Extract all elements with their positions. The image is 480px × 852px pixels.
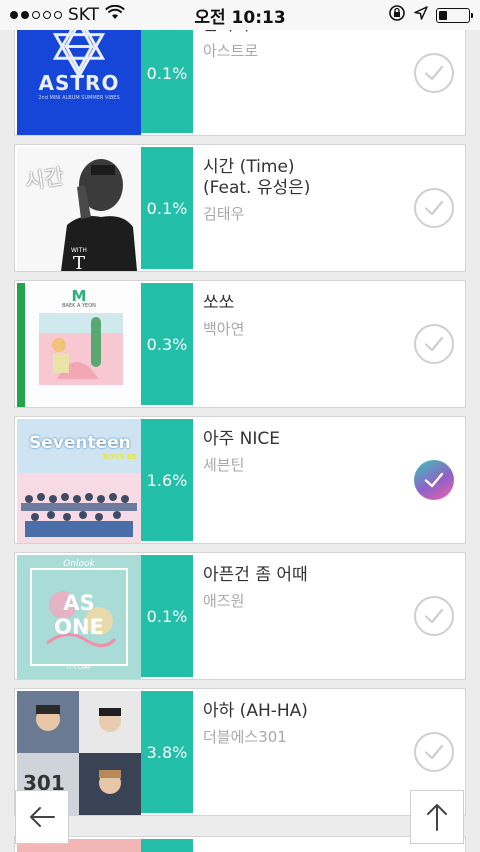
percent-bar [141, 839, 193, 852]
song-info: 쏘쏘 백아연 [203, 293, 403, 339]
rotation-lock-icon [388, 4, 406, 27]
song-artist: 애즈원 [203, 592, 245, 610]
album-cover: M BAEK A YEON [17, 283, 141, 407]
song-title: 시간 (Time) (Feat. 유성은) [203, 157, 311, 198]
song-row[interactable]: M BAEK A YEON 0.3% 쏘쏘 백아연 [14, 280, 466, 408]
cover-caption: BAEK A YEON [62, 303, 96, 309]
wifi-icon [105, 4, 125, 25]
cover-logo: AS ONE [54, 591, 104, 639]
percent-bar: 0.1% [141, 555, 193, 677]
album-cover: Seventeen BOYS BE [17, 419, 141, 543]
cover-subtitle: BOYS BE [103, 453, 137, 461]
song-info: 아하 (AH-HA) 더블에스301 [203, 701, 403, 747]
song-info: 시간 (Time) (Feat. 유성은) 김태우 [203, 157, 403, 224]
carrier-label: SKT [68, 5, 100, 25]
song-row-partial[interactable] [14, 836, 466, 852]
check-icon [424, 608, 444, 624]
check-icon [424, 65, 444, 81]
song-row[interactable]: Seventeen BOYS BE 1.6% 아주 NICE 세븐틴 [14, 416, 466, 544]
check-icon [424, 744, 444, 760]
song-title: 아하 (AH-HA) [203, 701, 308, 721]
song-artist: 아스트로 [203, 42, 259, 60]
song-artist: 더블에스301 [203, 728, 287, 746]
percent-bar: 0.1% [141, 13, 193, 133]
cover-letter: T [73, 253, 86, 271]
song-artist: 김태우 [203, 205, 245, 223]
status-right [388, 4, 473, 27]
signal-strength-icon [10, 11, 62, 19]
check-icon [424, 336, 444, 352]
scroll-top-button[interactable] [410, 790, 464, 844]
song-info: 아주 NICE 세븐틴 [203, 429, 403, 475]
percent-bar: 0.3% [141, 283, 193, 405]
status-bar: SKT 오전 10:13 [0, 0, 480, 30]
check-icon [424, 200, 444, 216]
location-arrow-icon [414, 5, 428, 25]
song-info: 아픈건 좀 어때 애즈원 [203, 565, 403, 611]
percent-bar: 0.1% [141, 147, 193, 269]
cover-logo: Seventeen [29, 433, 131, 453]
album-cover: 시간 WITH T [17, 147, 141, 271]
select-check-button[interactable] [414, 324, 454, 364]
select-check-button[interactable] [414, 53, 454, 93]
select-check-button[interactable] [414, 188, 454, 228]
battery-icon [436, 7, 473, 23]
song-row[interactable]: Onlook AS ONE IT'S CRAP 0.1% 아픈건 좀 어때 애즈… [14, 552, 466, 680]
back-button[interactable] [15, 790, 69, 844]
up-arrow-icon [427, 804, 447, 831]
album-cover: Onlook AS ONE IT'S CRAP [17, 555, 141, 679]
song-title: 아픈건 좀 어때 [203, 565, 308, 585]
select-check-button[interactable] [414, 596, 454, 636]
song-title: 아주 NICE [203, 429, 281, 449]
cover-caption: IT'S CRAP [67, 665, 91, 671]
song-row[interactable]: 시간 WITH T 0.1% 시간 (Time) (Feat. 유성은) 김태우 [14, 144, 466, 272]
cover-script: Onlook [63, 559, 95, 569]
select-check-button[interactable] [414, 732, 454, 772]
song-artist: 세븐틴 [203, 456, 245, 474]
percent-bar: 3.8% [141, 691, 193, 813]
select-check-button-checked[interactable] [414, 460, 454, 500]
album-cover: ASTRO 2nd MINI ALBUM SUMMER VIBES [17, 13, 141, 135]
back-arrow-icon [30, 807, 55, 827]
song-list: ASTRO 2nd MINI ALBUM SUMMER VIBES 0.1% 숨… [14, 10, 466, 824]
song-row[interactable]: 301 3.8% 아하 (AH-HA) 더블에스301 [14, 688, 466, 816]
percent-bar: 1.6% [141, 419, 193, 541]
cover-subtitle: 2nd MINI ALBUM SUMMER VIBES [38, 95, 120, 101]
cover-hangul: 시간 [23, 164, 66, 194]
song-title: 쏘쏘 [203, 293, 235, 313]
status-left: SKT [10, 4, 125, 25]
song-artist: 백아연 [203, 320, 245, 338]
cover-logo: ASTRO [38, 71, 120, 95]
check-icon [424, 472, 444, 488]
